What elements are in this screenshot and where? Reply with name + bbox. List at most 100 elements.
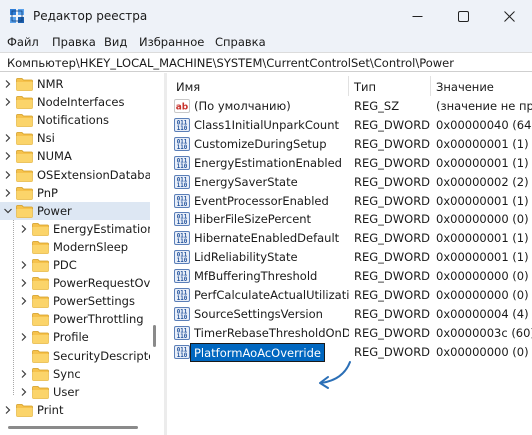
tree-item[interactable]: OSExtensionDatabase: [0, 166, 160, 184]
folder-icon: [32, 349, 49, 363]
tree-item[interactable]: User: [0, 383, 150, 401]
chevron-right-icon[interactable]: [19, 260, 29, 270]
value-name-cell: HibernateEnabledDefault: [194, 229, 349, 248]
chevron-down-icon[interactable]: [3, 206, 13, 216]
tree-item[interactable]: PnP: [0, 184, 150, 202]
chevron-right-icon[interactable]: [3, 79, 13, 89]
rename-input[interactable]: PlatformAoAcOverride: [190, 342, 325, 362]
folder-icon: [16, 186, 33, 200]
menu-view[interactable]: Вид: [104, 35, 127, 49]
value-data: 0x00000001 (1): [436, 193, 529, 208]
column-separator[interactable]: [348, 76, 349, 96]
value-name-cell: EnergyEstimationEnabled: [194, 154, 349, 173]
value-row[interactable]: 011 110 HiberFileSizePercent REG_DWORD 0x000…: [168, 210, 532, 229]
value-row[interactable]: 011 110 Class1InitialUnparkCount REG_DWORD 0…: [168, 116, 532, 135]
tree-item[interactable]: EnergyEstimation: [0, 220, 155, 238]
tree-vertical-scrollbar[interactable]: [150, 73, 160, 435]
menu-favorites[interactable]: Избранное: [139, 35, 204, 49]
address-bar[interactable]: Компьютер\HKEY_LOCAL_MACHINE\SYSTEM\Curr…: [0, 52, 532, 72]
value-row[interactable]: 011110 TimerRebaseThresholdOnDripsExit REG…: [168, 324, 532, 343]
tree-item[interactable]: Profile: [0, 328, 150, 346]
folder-open-icon: [16, 204, 33, 218]
value-row[interactable]: 011 110 LidReliabilityState REG_DWORD 0x0000…: [168, 248, 532, 267]
tree-item[interactable]: PowerSettings: [0, 292, 150, 310]
tree-item[interactable]: SecurityDescriptors: [0, 347, 160, 365]
svg-text:110: 110: [177, 145, 188, 151]
tree-item[interactable]: ModernSleep: [0, 238, 150, 256]
tree-item[interactable]: Print: [0, 401, 150, 419]
chevron-right-icon[interactable]: [3, 97, 13, 107]
value-row[interactable]: 011 110 SourceSettingsVersion REG_DWORD 0x00…: [168, 305, 532, 324]
value-name-cell: Class1InitialUnparkCount: [194, 116, 349, 135]
minimize-button[interactable]: [394, 0, 440, 32]
value-data: 0x00000001 (1): [436, 250, 529, 265]
value-name-cell: EventProcessorEnabled: [194, 192, 349, 211]
column-type[interactable]: Тип: [354, 80, 376, 94]
binary-value-icon: 011110: [174, 325, 190, 340]
address-path[interactable]: Компьютер\HKEY_LOCAL_MACHINE\SYSTEM\Curr…: [7, 56, 454, 70]
chevron-right-icon[interactable]: [3, 151, 13, 161]
tree-item[interactable]: NUMA: [0, 147, 150, 165]
column-name[interactable]: Имя: [176, 80, 200, 94]
value-row[interactable]: 011 110 EnergyEstimationEnabled REG_DWORD 0x…: [168, 154, 532, 173]
folder-icon: [32, 313, 49, 327]
value-row[interactable]: 011 110 EnergySaverState REG_DWORD 0x0000000…: [168, 173, 532, 192]
tree-vertical-scroll-thumb[interactable]: [153, 325, 156, 347]
folder-icon: [16, 96, 33, 109]
value-name: CustomizeDuringSetup: [194, 136, 327, 151]
tree-item[interactable]: NodeInterfaces: [0, 93, 150, 111]
close-button[interactable]: [486, 0, 532, 32]
chevron-right-icon[interactable]: [19, 387, 29, 397]
menu-edit[interactable]: Правка: [52, 35, 96, 49]
binary-value-icon: 011110: [174, 306, 190, 321]
pane-splitter[interactable]: [164, 73, 167, 435]
tree-item[interactable]: Power: [0, 201, 150, 220]
tree-item[interactable]: NMR: [0, 75, 150, 93]
tree-item-label: EnergyEstimation: [53, 221, 155, 236]
tree-item[interactable]: Notifications: [0, 111, 150, 129]
tree-horizontal-scroll-thumb[interactable]: [8, 426, 138, 429]
tree-item[interactable]: Sync: [0, 365, 150, 383]
menu-help[interactable]: Справка: [215, 35, 266, 49]
value-row[interactable]: 011 110 HibernateEnabledDefault REG_DWORD 0x…: [168, 229, 532, 248]
value-name: HibernateEnabledDefault: [194, 231, 340, 246]
chevron-right-icon[interactable]: [3, 133, 13, 143]
folder-icon: [16, 78, 33, 91]
chevron-right-icon[interactable]: [19, 224, 29, 234]
chevron-right-icon[interactable]: [3, 170, 13, 180]
value-row[interactable]: 011 110 EventProcessorEnabled REG_DWORD 0x00…: [168, 192, 532, 211]
value-data: 0x00000002 (2): [436, 174, 529, 189]
chevron-right-icon[interactable]: [3, 405, 13, 415]
tree-item[interactable]: PDC: [0, 256, 150, 274]
value-data: (значение не присвоено): [436, 99, 532, 113]
value-row[interactable]: ab (По умолчанию) REG_SZ (значение не присв…: [168, 97, 532, 116]
column-header: Имя Тип Значение: [168, 73, 532, 98]
chevron-right-icon[interactable]: [19, 369, 29, 379]
annotation-arrow-icon: [319, 361, 351, 389]
tree-item[interactable]: PowerRequestOverride: [0, 274, 160, 292]
value-row[interactable]: 011 110 CustomizeDuringSetup REG_DWORD 0x000…: [168, 135, 532, 154]
tree-item[interactable]: Nsi: [0, 129, 150, 147]
chevron-right-icon[interactable]: [19, 332, 29, 342]
tree-item[interactable]: PowerThrottling: [0, 310, 150, 328]
value-type: REG_DWORD: [354, 344, 431, 359]
binary-value-icon: 011110: [174, 250, 190, 265]
value-type: REG_DWORD: [354, 193, 431, 208]
chevron-right-icon[interactable]: [19, 278, 29, 288]
maximize-button[interactable]: [440, 0, 486, 32]
value-type: REG_DWORD: [354, 212, 431, 227]
value-type: REG_DWORD: [354, 155, 431, 170]
value-row[interactable]: 011 110 PerfCalculateActualUtilization REG_…: [168, 286, 532, 305]
chevron-right-icon[interactable]: [3, 188, 13, 198]
column-value[interactable]: Значение: [436, 80, 494, 94]
value-data: 0x00000000 (0): [436, 344, 529, 359]
values-list[interactable]: Имя Тип Значение ab (По умолчанию) REG_SZ (…: [168, 73, 532, 435]
value-data: 0x00000001 (1): [436, 136, 529, 151]
value-row[interactable]: 011 110 MfBufferingThreshold REG_DWORD 0x000…: [168, 267, 532, 286]
column-separator[interactable]: [430, 76, 431, 96]
key-tree[interactable]: NMR NodeInterfaces Notifications Nsi NUMA OSE…: [0, 73, 160, 435]
chevron-right-icon[interactable]: [19, 296, 29, 306]
menu-file[interactable]: Файл: [7, 35, 39, 49]
tree-item-label: NUMA: [37, 149, 72, 164]
registry-editor-icon: [10, 9, 24, 23]
